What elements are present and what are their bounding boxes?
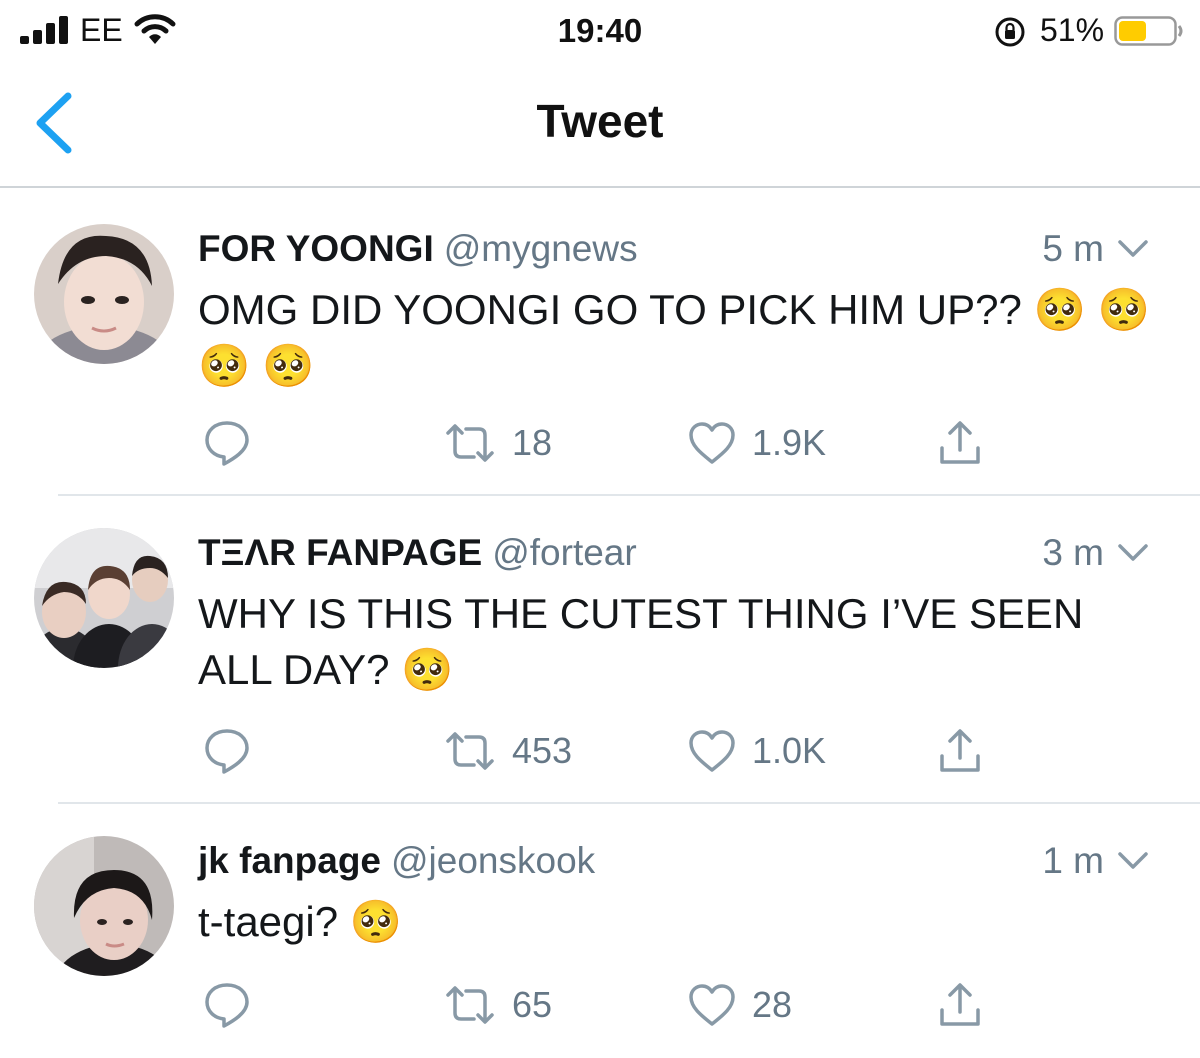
avatar-image xyxy=(34,224,174,364)
avatar[interactable] xyxy=(34,224,174,364)
page-title: Tweet xyxy=(536,95,664,147)
tweet-actions: 453 1.0K xyxy=(198,726,1018,776)
avatar-image xyxy=(34,528,174,668)
retweet-count: 453 xyxy=(512,730,573,771)
heart-icon xyxy=(689,422,735,464)
share-icon xyxy=(940,421,980,464)
divider xyxy=(58,494,1200,496)
retweet-icon xyxy=(446,424,494,462)
retweet-count: 65 xyxy=(512,984,553,1025)
status-bar: EE 19:40 51% xyxy=(0,0,1200,64)
tweet-text: WHY IS THIS THE CUTEST THING I’VE SEEN A… xyxy=(198,590,1084,693)
handle[interactable]: @fortear xyxy=(492,532,637,573)
tweet-header: TΞΛR FANPAGE @fortear 3 m xyxy=(198,532,1150,576)
reply-icon xyxy=(205,729,249,774)
chevron-down-icon[interactable] xyxy=(1116,236,1150,262)
tweet[interactable]: TΞΛR FANPAGE @fortear 3 m WHY IS THIS THE… xyxy=(0,500,1200,804)
like-button[interactable]: 28 xyxy=(688,980,792,1030)
tweet-actions: 65 28 xyxy=(198,980,1018,1030)
like-count: 28 xyxy=(752,984,793,1025)
tweet-text: t-taegi? 🥺 xyxy=(198,898,403,945)
timestamp: 1 m xyxy=(1042,840,1104,881)
tweet[interactable]: FOR YOONGI @mygnews 5 m OMG DID YOONGI GO… xyxy=(0,196,1200,496)
retweet-icon xyxy=(446,732,494,770)
avatar[interactable] xyxy=(34,528,174,668)
divider xyxy=(58,802,1200,804)
retweet-count: 18 xyxy=(512,422,553,463)
chevron-down-icon[interactable] xyxy=(1116,848,1150,874)
like-count: 1.0K xyxy=(752,730,827,771)
nav-bar: Tweet xyxy=(0,64,1200,188)
avatar-image xyxy=(34,836,174,976)
like-button[interactable]: 1.9K xyxy=(688,418,826,468)
reply-button[interactable] xyxy=(202,418,268,468)
share-icon xyxy=(940,983,980,1026)
handle[interactable]: @mygnews xyxy=(444,228,638,269)
heart-icon xyxy=(689,984,735,1026)
display-name[interactable]: TΞΛR FANPAGE xyxy=(198,532,482,573)
share-button[interactable] xyxy=(938,418,982,468)
like-button[interactable]: 1.0K xyxy=(688,726,826,776)
retweet-icon xyxy=(446,986,494,1024)
retweet-button[interactable]: 65 xyxy=(444,980,552,1030)
reply-icon xyxy=(205,421,249,466)
reply-icon xyxy=(205,983,249,1028)
battery-icon xyxy=(1114,16,1183,46)
reply-button[interactable] xyxy=(202,726,268,776)
like-count: 1.9K xyxy=(752,422,827,463)
tweet-header: jk fanpage @jeonskook 1 m xyxy=(198,840,1150,884)
handle[interactable]: @jeonskook xyxy=(391,840,595,881)
rotation-lock-icon xyxy=(995,17,1025,47)
share-button[interactable] xyxy=(938,980,982,1030)
heart-icon xyxy=(689,730,735,772)
reply-button[interactable] xyxy=(202,980,268,1030)
display-name[interactable]: jk fanpage xyxy=(198,840,381,881)
retweet-button[interactable]: 453 xyxy=(444,726,572,776)
tweet-text: OMG DID YOONGI GO TO PICK HIM UP?? 🥺 🥺 🥺… xyxy=(198,286,1150,389)
display-name[interactable]: FOR YOONGI xyxy=(198,228,434,269)
tweet-header: FOR YOONGI @mygnews 5 m xyxy=(198,228,1150,272)
battery-percent: 51% xyxy=(1040,12,1105,48)
retweet-button[interactable]: 18 xyxy=(444,418,552,468)
tweet-actions: 18 1.9K xyxy=(198,418,1018,468)
share-button[interactable] xyxy=(938,726,982,776)
avatar[interactable] xyxy=(34,836,174,976)
share-icon xyxy=(940,729,980,772)
timestamp: 3 m xyxy=(1042,532,1104,573)
timestamp: 5 m xyxy=(1042,228,1104,269)
chevron-down-icon[interactable] xyxy=(1116,540,1150,566)
tweet[interactable]: jk fanpage @jeonskook 1 m t-taegi? 🥺 65 2… xyxy=(0,808,1200,1058)
